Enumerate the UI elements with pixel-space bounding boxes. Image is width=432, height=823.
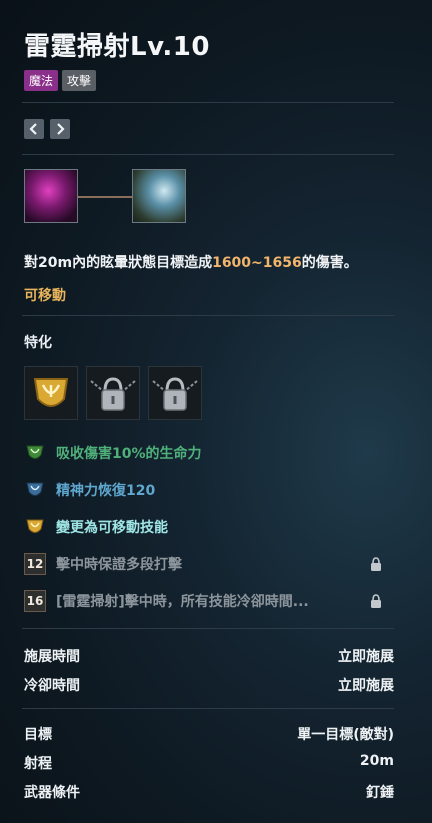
skill-icon[interactable] — [24, 169, 78, 223]
tag-attack: 攻擊 — [62, 70, 97, 91]
skill-tags: 魔法 攻擊 — [24, 70, 97, 91]
divider — [22, 315, 394, 316]
damage-range: 1600~1656 — [212, 255, 302, 271]
next-button[interactable] — [50, 119, 70, 139]
stat-key: 武器條件 — [24, 785, 80, 801]
description-prefix: 對20m內的眩暈狀態目標造成 — [24, 255, 213, 271]
padlock-icon — [90, 377, 136, 411]
spec-slot-locked[interactable] — [86, 366, 140, 420]
prev-button[interactable] — [24, 119, 44, 139]
trait-multi-hit: 12 擊中時保證多段打擊 — [24, 553, 182, 575]
small-lock-icon — [371, 557, 381, 571]
stat-key: 目標 — [24, 727, 52, 743]
divider — [22, 628, 394, 629]
movable-label: 可移動 — [24, 288, 66, 304]
stat-value: 釘錘 — [366, 785, 394, 801]
padlock-icon — [152, 377, 198, 411]
unlock-level-badge: 12 — [24, 553, 46, 575]
skill-description: 對20m內的眩暈狀態目標造成1600~1656的傷害。 — [24, 252, 358, 272]
stat-key: 冷卻時間 — [24, 678, 80, 694]
trait-mana-regen: 精神力恢復120 — [24, 479, 155, 501]
stat-value: 立即施展 — [338, 649, 394, 665]
blue-emblem-icon — [24, 479, 46, 501]
trait-label: [雷霆掃射]擊中時，所有技能冷卻時間... — [56, 594, 309, 610]
trait-life-steal: 吸收傷害10%的生命力 — [24, 442, 202, 464]
green-emblem-icon — [24, 442, 46, 464]
small-lock-icon — [371, 594, 381, 608]
skill-title: 雷霆掃射Lv.10 — [24, 32, 210, 62]
stat-key: 施展時間 — [24, 649, 80, 665]
trait-label: 變更為可移動技能 — [56, 520, 168, 536]
trait-label: 精神力恢復120 — [56, 483, 156, 499]
gold-emblem-icon — [24, 516, 46, 538]
trait-cooldown: 16 [雷霆掃射]擊中時，所有技能冷卻時間... — [24, 590, 309, 612]
trait-movable: 變更為可移動技能 — [24, 516, 168, 538]
specialization-slots — [24, 366, 202, 420]
stat-value: 20m — [359, 753, 394, 769]
divider — [22, 708, 394, 709]
shield-emblem-icon — [33, 378, 69, 407]
prev-arrow-icon — [29, 123, 37, 135]
stat-value: 立即施展 — [338, 678, 394, 694]
description-suffix: 的傷害。 — [301, 255, 358, 271]
next-arrow-icon — [57, 123, 65, 135]
linked-skill-icon[interactable] — [132, 169, 186, 223]
stat-value: 單一目標(敵對) — [297, 727, 394, 743]
level-nav — [24, 119, 70, 139]
stat-key: 射程 — [24, 756, 52, 772]
divider — [22, 102, 394, 103]
unlock-level-badge: 16 — [24, 590, 46, 612]
spec-slot-emblem[interactable] — [24, 366, 78, 420]
skill-connector — [78, 196, 132, 198]
spec-slot-locked[interactable] — [148, 366, 202, 420]
trait-label: 吸收傷害10%的生命力 — [56, 446, 202, 462]
divider — [22, 154, 394, 155]
trait-label: 擊中時保證多段打擊 — [56, 557, 182, 573]
specialization-heading: 特化 — [24, 335, 52, 351]
skill-chain — [24, 169, 190, 225]
tag-magic: 魔法 — [24, 70, 59, 91]
